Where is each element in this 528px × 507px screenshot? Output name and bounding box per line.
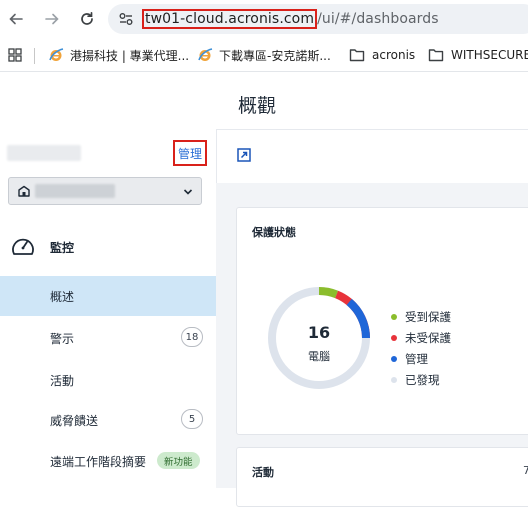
nav-item-label: 遠端工作階段摘要 — [50, 455, 147, 469]
folder-icon — [349, 49, 365, 62]
bookmark-folder[interactable]: WITHSECURE — [428, 46, 528, 64]
legend-label: 管理 — [405, 351, 428, 366]
app-body: 管理 監控 概述 警示 18 活動 威脅饋送 5 遠端工作階段摘要 新功能 概觀… — [0, 73, 528, 507]
legend-item[interactable]: 管理 — [391, 348, 451, 369]
nav-item-overview[interactable]: 概述 — [0, 276, 216, 316]
expand-icon[interactable] — [237, 148, 251, 162]
nav-item-alerts[interactable]: 警示 18 — [0, 318, 216, 358]
main-content: 概觀 保護狀態 16 電腦 受到保護 未受保護 管理 已發現 活動 7 — [216, 73, 528, 507]
threat-feed-count-badge: 5 — [181, 409, 203, 429]
sidebar: 管理 監控 概述 警示 18 活動 威脅饋送 5 遠端工作階段摘要 新功能 — [0, 73, 216, 488]
legend-item[interactable]: 受到保護 — [391, 306, 451, 327]
ie-logo-icon — [198, 48, 213, 61]
protection-status-card: 保護狀態 16 電腦 受到保護 未受保護 管理 已發現 — [236, 207, 528, 435]
nav-item-label: 警示 — [50, 332, 75, 346]
bookmark-item[interactable]: 港揚科技 | 專業代理... — [48, 46, 189, 64]
browser-chrome: tw01-cloud.acronis.com/ui/#/dashboards 港… — [0, 0, 528, 72]
reload-icon — [81, 11, 93, 25]
bookmark-label: acronis — [372, 48, 416, 62]
forward-arrow-icon — [45, 13, 59, 25]
legend-label: 已發現 — [405, 372, 440, 387]
nav-item-activities[interactable]: 活動 — [0, 360, 216, 400]
browser-toolbar: tw01-cloud.acronis.com/ui/#/dashboards — [0, 0, 528, 38]
activity-card: 活動 7 — [236, 447, 528, 507]
bookmark-item[interactable]: 下載專區-安克諾斯... — [197, 46, 331, 64]
manage-link[interactable]: 管理 — [173, 140, 207, 166]
back-button[interactable] — [4, 7, 28, 31]
address-bar[interactable]: tw01-cloud.acronis.com/ui/#/dashboards — [108, 4, 528, 34]
folder-icon — [428, 49, 444, 62]
nav-item-label: 活動 — [50, 374, 75, 388]
url-host: tw01-cloud.acronis.com — [142, 9, 318, 29]
donut-total-label: 電腦 — [308, 350, 330, 363]
card-title: 保護狀態 — [252, 226, 296, 239]
back-arrow-icon — [9, 13, 23, 25]
page-title: 概觀 — [238, 95, 277, 117]
legend: 受到保護 未受保護 管理 已發現 — [391, 306, 451, 390]
section-monitoring[interactable]: 監控 — [0, 225, 216, 267]
donut-segment-protected — [318, 287, 339, 299]
section-label: 監控 — [50, 241, 75, 255]
donut-total: 16 — [307, 323, 331, 342]
chevron-down-icon — [183, 189, 193, 195]
nav-item-remote-sessions[interactable]: 遠端工作階段摘要 新功能 — [0, 441, 216, 481]
alerts-count-badge: 18 — [181, 327, 203, 347]
apps-grid-icon — [8, 48, 22, 62]
legend-dot — [391, 376, 397, 383]
bookmark-label: 下載專區-安克諾斯... — [219, 48, 331, 63]
reload-button[interactable] — [75, 7, 99, 31]
tenant-selector[interactable] — [8, 177, 202, 205]
url-path: /ui/#/dashboards — [317, 11, 439, 27]
redacted-account-name — [7, 145, 81, 161]
manage-link-label: 管理 — [177, 146, 202, 161]
bookmark-label: 港揚科技 | 專業代理... — [70, 48, 190, 63]
dashboard-toolbar — [216, 129, 528, 183]
nav-item-label: 概述 — [50, 290, 75, 304]
ie-logo-icon — [49, 48, 64, 61]
bookmarks-bar: 港揚科技 | 專業代理... 下載專區-安克諾斯... acronis WITH… — [0, 38, 528, 72]
bookmarks-separator — [34, 48, 35, 64]
bookmark-label: WITHSECURE — [451, 48, 528, 62]
gauge-icon — [12, 238, 34, 255]
legend-dot — [391, 334, 397, 341]
bookmark-folder[interactable]: acronis — [349, 46, 415, 64]
legend-label: 未受保護 — [405, 330, 451, 345]
legend-label: 受到保護 — [405, 309, 451, 324]
nav-item-label: 威脅饋送 — [50, 414, 99, 428]
legend-item[interactable]: 已發現 — [391, 369, 451, 390]
apps-button[interactable] — [8, 46, 22, 64]
new-feature-badge: 新功能 — [157, 452, 200, 469]
legend-dot — [391, 313, 397, 320]
redacted-tenant-name — [35, 184, 115, 198]
site-settings-icon[interactable] — [118, 11, 134, 27]
legend-item[interactable]: 未受保護 — [391, 327, 451, 348]
card-title: 活動 — [252, 466, 274, 479]
forward-button[interactable] — [40, 7, 64, 31]
page-header: 概觀 — [216, 73, 528, 129]
nav-item-threat-feed[interactable]: 威脅饋送 5 — [0, 400, 216, 440]
legend-dot — [391, 355, 397, 362]
building-icon — [18, 185, 30, 197]
url-text[interactable]: tw01-cloud.acronis.com/ui/#/dashboards — [142, 9, 439, 29]
activity-trailing-value: 7 — [523, 464, 528, 477]
